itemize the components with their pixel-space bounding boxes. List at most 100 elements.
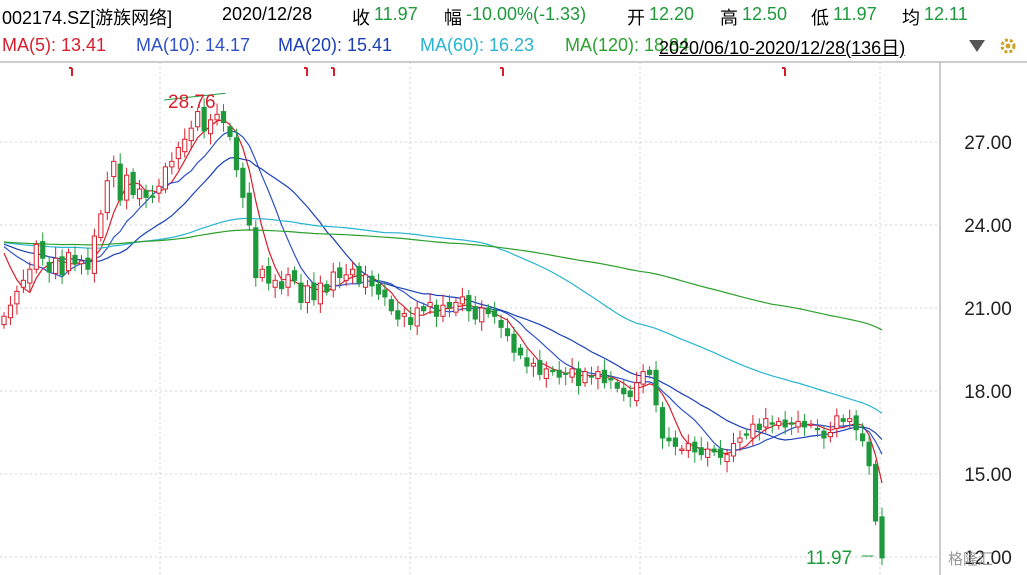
candle [111, 155, 117, 188]
candle [524, 348, 530, 374]
candle [730, 432, 737, 462]
y-axis: 27.0024.0021.0018.0015.0012.00 [964, 133, 1012, 569]
candle [279, 270, 285, 295]
candle [743, 429, 750, 440]
candle [169, 152, 175, 175]
candle [246, 182, 252, 231]
event-marker[interactable] [782, 67, 786, 76]
candle [65, 248, 72, 275]
change-value: -10.00%(-1.33) [466, 4, 587, 24]
candle [14, 285, 20, 315]
candle [840, 414, 846, 426]
candle [705, 441, 711, 467]
candle [872, 460, 879, 526]
low-label: 低 [811, 8, 829, 28]
candle [659, 401, 666, 449]
candle [143, 184, 149, 209]
event-marker[interactable] [69, 67, 73, 76]
candle [182, 128, 188, 158]
candle [375, 273, 382, 300]
candle [117, 153, 123, 206]
range-dropdown-icon[interactable] [969, 40, 985, 52]
quote-header: 002174.SZ[游族网络] 2020/12/28 收 11.97 幅 -10… [0, 0, 1027, 30]
candle [395, 301, 401, 327]
ma20-legend: MA(20): 15.41 [278, 35, 393, 55]
candle [724, 448, 730, 473]
y-tick-label: 18.00 [964, 382, 1012, 403]
candle [789, 417, 795, 435]
y-tick-label: 27.00 [964, 133, 1012, 154]
y-tick-label: 24.00 [964, 216, 1012, 237]
candle [698, 436, 704, 461]
candle [414, 300, 420, 336]
candlestick-chart: 27.0024.0021.0018.0015.0012.00 28.7611.9… [0, 61, 1027, 575]
annotations: 28.76 11.97 [163, 92, 874, 569]
candle [59, 249, 65, 284]
candle [530, 357, 536, 377]
candle [582, 367, 588, 387]
candle [272, 274, 278, 299]
ma60-legend: MA(60): 16.23 [420, 35, 535, 55]
candle [692, 436, 698, 463]
candle [91, 228, 97, 283]
candle [240, 162, 246, 209]
last-price-label: 11.97 [806, 548, 852, 569]
candle [556, 361, 562, 385]
event-marker[interactable] [304, 67, 308, 76]
candle [466, 289, 472, 322]
candle [408, 306, 414, 331]
candle [492, 301, 498, 324]
candle [517, 343, 524, 360]
candle [711, 444, 717, 457]
candle [85, 247, 91, 276]
open-value: 12.20 [649, 4, 695, 24]
candle [569, 358, 575, 383]
candle [104, 171, 110, 221]
candle [801, 413, 808, 437]
candle [362, 265, 369, 295]
candle [266, 257, 272, 291]
candle [537, 349, 543, 381]
date-range-selector[interactable]: 2020/06/10-2020/12/28(136日) [659, 34, 905, 60]
candle [718, 439, 724, 465]
candle [575, 361, 582, 395]
candle [285, 267, 291, 297]
event-marker[interactable] [331, 67, 335, 76]
candle [330, 262, 336, 298]
candle [511, 326, 517, 362]
candle [601, 359, 607, 389]
candle [446, 294, 453, 318]
candle [433, 299, 440, 328]
candle [666, 427, 672, 447]
ma10-legend: MA(10): 14.17 [136, 35, 251, 55]
candle [814, 419, 821, 438]
avg-label: 均 [902, 8, 920, 28]
high-value: 12.50 [742, 4, 788, 24]
candle [776, 417, 782, 430]
candle [653, 361, 659, 413]
close-label: 收 [352, 8, 370, 28]
gear-icon[interactable] [998, 36, 1018, 56]
candle [1, 312, 7, 329]
candle [162, 162, 168, 194]
event-marker[interactable] [500, 67, 504, 76]
candles [1, 98, 885, 566]
candle [317, 275, 323, 313]
candle [427, 293, 433, 315]
candle [130, 168, 136, 199]
open-label: 开 [627, 8, 645, 28]
candle [879, 507, 885, 566]
event-markers [69, 67, 786, 76]
candle [769, 415, 775, 434]
candle [401, 307, 407, 328]
candle [853, 410, 859, 441]
candle [795, 410, 801, 433]
change-label: 幅 [444, 8, 462, 28]
candle [175, 141, 181, 170]
candle [595, 365, 601, 390]
candle [40, 232, 46, 266]
candle [350, 261, 356, 284]
candle [440, 294, 446, 323]
candle [98, 209, 104, 242]
candle [388, 295, 394, 315]
